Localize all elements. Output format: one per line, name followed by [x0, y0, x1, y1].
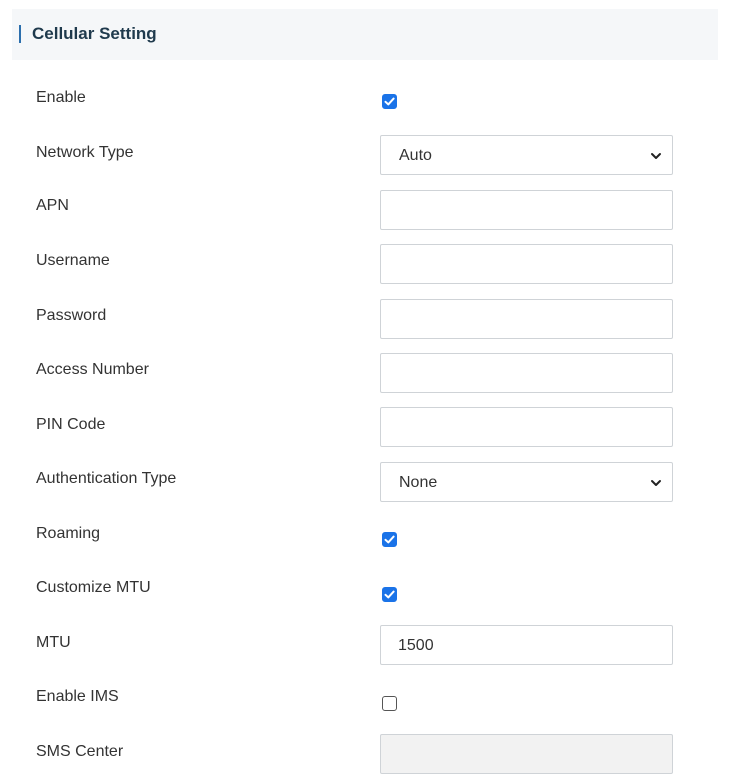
- roaming-checkbox[interactable]: [382, 532, 397, 547]
- chevron-down-icon: [651, 480, 661, 486]
- apn-input[interactable]: [380, 190, 673, 230]
- mtu-label: MTU: [36, 634, 71, 651]
- check-icon: [384, 97, 395, 106]
- enable-ims-checkbox[interactable]: [382, 696, 397, 711]
- section-header: Cellular Setting: [12, 9, 718, 60]
- password-input[interactable]: [380, 299, 673, 339]
- authentication-type-label: Authentication Type: [36, 470, 177, 487]
- sms-center-input[interactable]: [380, 734, 673, 774]
- apn-label: APN: [36, 197, 69, 214]
- username-input[interactable]: [380, 244, 673, 284]
- enable-label: Enable: [36, 89, 86, 106]
- enable-checkbox[interactable]: [382, 94, 397, 109]
- chevron-down-icon: [651, 153, 661, 159]
- header-accent-bar: [19, 25, 21, 43]
- access-number-label: Access Number: [36, 361, 149, 378]
- enable-ims-label: Enable IMS: [36, 688, 119, 705]
- check-icon: [384, 535, 395, 544]
- username-label: Username: [36, 252, 110, 269]
- network-type-select[interactable]: Auto: [380, 135, 673, 175]
- authentication-type-select[interactable]: None: [380, 462, 673, 502]
- network-type-label: Network Type: [36, 144, 134, 161]
- authentication-type-value: None: [399, 474, 438, 491]
- pin-code-label: PIN Code: [36, 416, 106, 433]
- sms-center-label: SMS Center: [36, 743, 124, 760]
- pin-code-input[interactable]: [380, 407, 673, 447]
- network-type-value: Auto: [399, 147, 432, 164]
- section-title: Cellular Setting: [32, 24, 157, 43]
- mtu-value: 1500: [398, 637, 434, 654]
- mtu-input[interactable]: 1500: [380, 625, 673, 665]
- access-number-input[interactable]: [380, 353, 673, 393]
- check-icon: [384, 590, 395, 599]
- password-label: Password: [36, 307, 107, 324]
- customize-mtu-checkbox[interactable]: [382, 587, 397, 602]
- customize-mtu-label: Customize MTU: [36, 579, 151, 596]
- roaming-label: Roaming: [36, 525, 101, 542]
